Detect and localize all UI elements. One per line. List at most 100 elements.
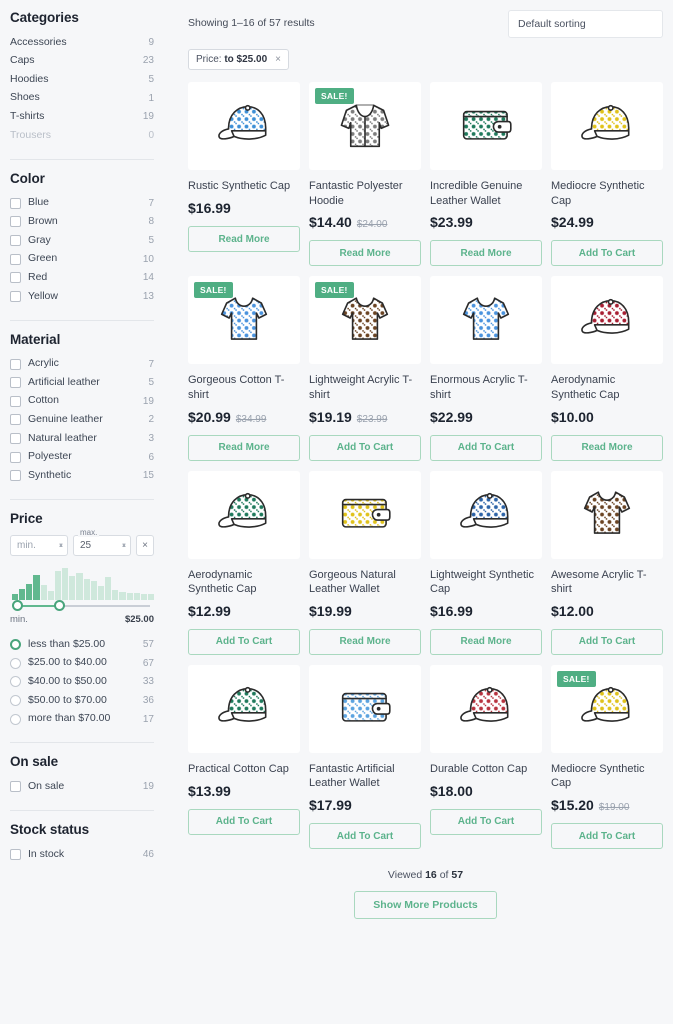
product-card[interactable]: Mediocre Synthetic Cap $24.99 Add To Car…: [551, 82, 663, 267]
product-name[interactable]: Mediocre Synthetic Cap: [551, 179, 663, 208]
product-thumbnail[interactable]: SALE!: [551, 664, 663, 753]
product-action-button[interactable]: Add To Cart: [188, 628, 300, 655]
product-card[interactable]: Rustic Synthetic Cap $16.99 Read More: [188, 82, 300, 266]
product-card[interactable]: SALE! Lightweight Acrylic T-shirt $19.19…: [309, 276, 421, 461]
price-range-row[interactable]: $40.00 to $50.00 33: [10, 672, 154, 691]
product-name[interactable]: Aerodynamic Synthetic Cap: [188, 568, 300, 597]
product-card[interactable]: Incredible Genuine Leather Wallet $23.99…: [430, 82, 542, 267]
product-card[interactable]: Aerodynamic Synthetic Cap $10.00 Read Mo…: [551, 276, 663, 461]
price-clear-button[interactable]: ×: [136, 535, 154, 557]
checkbox[interactable]: [10, 234, 21, 246]
product-action-button[interactable]: Read More: [430, 628, 542, 655]
product-thumbnail[interactable]: [309, 470, 421, 559]
filter-row[interactable]: On sale 19: [10, 777, 154, 796]
product-name[interactable]: Enormous Acrylic T-shirt: [430, 373, 542, 402]
product-action-button[interactable]: Add To Cart: [551, 823, 663, 849]
product-thumbnail[interactable]: [309, 664, 421, 753]
radio-button[interactable]: [10, 694, 21, 706]
price-range-row[interactable]: less than $25.00 57: [10, 635, 154, 654]
product-name[interactable]: Gorgeous Natural Leather Wallet: [309, 568, 421, 597]
product-card[interactable]: SALE! Gorgeous Cotton T-shirt $20.99 $34…: [188, 276, 300, 461]
category-row[interactable]: Shoes 1: [10, 89, 154, 108]
checkbox[interactable]: [10, 395, 21, 407]
sort-select[interactable]: Default sorting: [508, 10, 663, 38]
checkbox[interactable]: [10, 377, 21, 389]
product-thumbnail[interactable]: [430, 82, 542, 170]
checkbox[interactable]: [10, 216, 21, 228]
price-range-row[interactable]: $25.00 to $40.00 67: [10, 654, 154, 673]
product-action-button[interactable]: Read More: [188, 434, 300, 461]
product-name[interactable]: Lightweight Acrylic T-shirt: [309, 373, 421, 402]
product-thumbnail[interactable]: SALE!: [309, 276, 421, 365]
product-thumbnail[interactable]: SALE!: [309, 82, 421, 170]
checkbox[interactable]: [10, 433, 21, 445]
product-action-button[interactable]: Add To Cart: [309, 434, 421, 461]
product-name[interactable]: Fantastic Polyester Hoodie: [309, 179, 421, 208]
filter-row[interactable]: Blue 7: [10, 194, 154, 213]
product-name[interactable]: Lightweight Synthetic Cap: [430, 568, 542, 597]
price-slider-track[interactable]: [10, 600, 154, 612]
product-card[interactable]: Durable Cotton Cap $18.00 Add To Cart: [430, 664, 542, 849]
product-card[interactable]: Aerodynamic Synthetic Cap $12.99 Add To …: [188, 470, 300, 655]
filter-row[interactable]: Brown 8: [10, 212, 154, 231]
checkbox[interactable]: [10, 848, 21, 860]
product-thumbnail[interactable]: [188, 470, 300, 559]
product-name[interactable]: Gorgeous Cotton T-shirt: [188, 373, 300, 402]
checkbox[interactable]: [10, 358, 21, 370]
product-action-button[interactable]: Add To Cart: [551, 240, 663, 267]
filter-row[interactable]: Acrylic 7: [10, 355, 154, 374]
filter-row[interactable]: Gray 5: [10, 231, 154, 250]
product-card[interactable]: Enormous Acrylic T-shirt $22.99 Add To C…: [430, 276, 542, 461]
product-name[interactable]: Aerodynamic Synthetic Cap: [551, 373, 663, 402]
filter-row[interactable]: Yellow 13: [10, 287, 154, 306]
radio-button[interactable]: [10, 676, 21, 688]
product-name[interactable]: Practical Cotton Cap: [188, 762, 300, 777]
product-name[interactable]: Incredible Genuine Leather Wallet: [430, 179, 542, 208]
product-action-button[interactable]: Add To Cart: [551, 628, 663, 655]
checkbox[interactable]: [10, 414, 21, 426]
price-range-row[interactable]: $50.00 to $70.00 36: [10, 691, 154, 710]
product-thumbnail[interactable]: [551, 82, 663, 170]
product-thumbnail[interactable]: [430, 470, 542, 559]
category-row[interactable]: T-shirts 19: [10, 108, 154, 127]
product-thumbnail[interactable]: [188, 82, 300, 170]
radio-button[interactable]: [10, 657, 21, 669]
category-row[interactable]: Hoodies 5: [10, 70, 154, 89]
radio-button[interactable]: [10, 638, 21, 650]
checkbox[interactable]: [10, 781, 21, 793]
filter-row[interactable]: Genuine leather 2: [10, 411, 154, 430]
filter-row[interactable]: Artificial leather 5: [10, 373, 154, 392]
product-action-button[interactable]: Read More: [551, 434, 663, 461]
checkbox[interactable]: [10, 197, 21, 209]
product-card[interactable]: Practical Cotton Cap $13.99 Add To Cart: [188, 664, 300, 849]
product-card[interactable]: Gorgeous Natural Leather Wallet $19.99 R…: [309, 470, 421, 655]
filter-row[interactable]: Red 14: [10, 268, 154, 287]
product-name[interactable]: Mediocre Synthetic Cap: [551, 762, 663, 791]
product-action-button[interactable]: Add To Cart: [430, 434, 542, 461]
filter-row[interactable]: In stock 46: [10, 845, 154, 864]
filter-row[interactable]: Natural leather 3: [10, 429, 154, 448]
product-card[interactable]: Fantastic Artificial Leather Wallet $17.…: [309, 664, 421, 849]
checkbox[interactable]: [10, 451, 21, 463]
close-icon[interactable]: ×: [275, 54, 281, 65]
checkbox[interactable]: [10, 290, 21, 302]
category-row[interactable]: Accessories 9: [10, 33, 154, 52]
product-action-button[interactable]: Read More: [309, 240, 421, 267]
product-thumbnail[interactable]: [551, 470, 663, 559]
product-thumbnail[interactable]: [430, 664, 542, 753]
slider-knob-max[interactable]: [54, 600, 65, 612]
radio-button[interactable]: [10, 713, 21, 725]
show-more-products-button[interactable]: Show More Products: [354, 891, 497, 919]
filter-chip-price[interactable]: Price: to $25.00 ×: [188, 49, 289, 70]
category-row[interactable]: Caps 23: [10, 52, 154, 71]
product-action-button[interactable]: Read More: [430, 240, 542, 267]
filter-row[interactable]: Cotton 19: [10, 392, 154, 411]
product-thumbnail[interactable]: [430, 276, 542, 365]
checkbox[interactable]: [10, 253, 21, 265]
product-card[interactable]: SALE! Fantastic Polyester Hoodie $14.40 …: [309, 82, 421, 267]
product-action-button[interactable]: Add To Cart: [188, 808, 300, 835]
price-range-row[interactable]: more than $70.00 17: [10, 710, 154, 729]
product-card[interactable]: Lightweight Synthetic Cap $16.99 Read Mo…: [430, 470, 542, 655]
product-action-button[interactable]: Add To Cart: [430, 808, 542, 835]
product-thumbnail[interactable]: SALE!: [188, 276, 300, 365]
